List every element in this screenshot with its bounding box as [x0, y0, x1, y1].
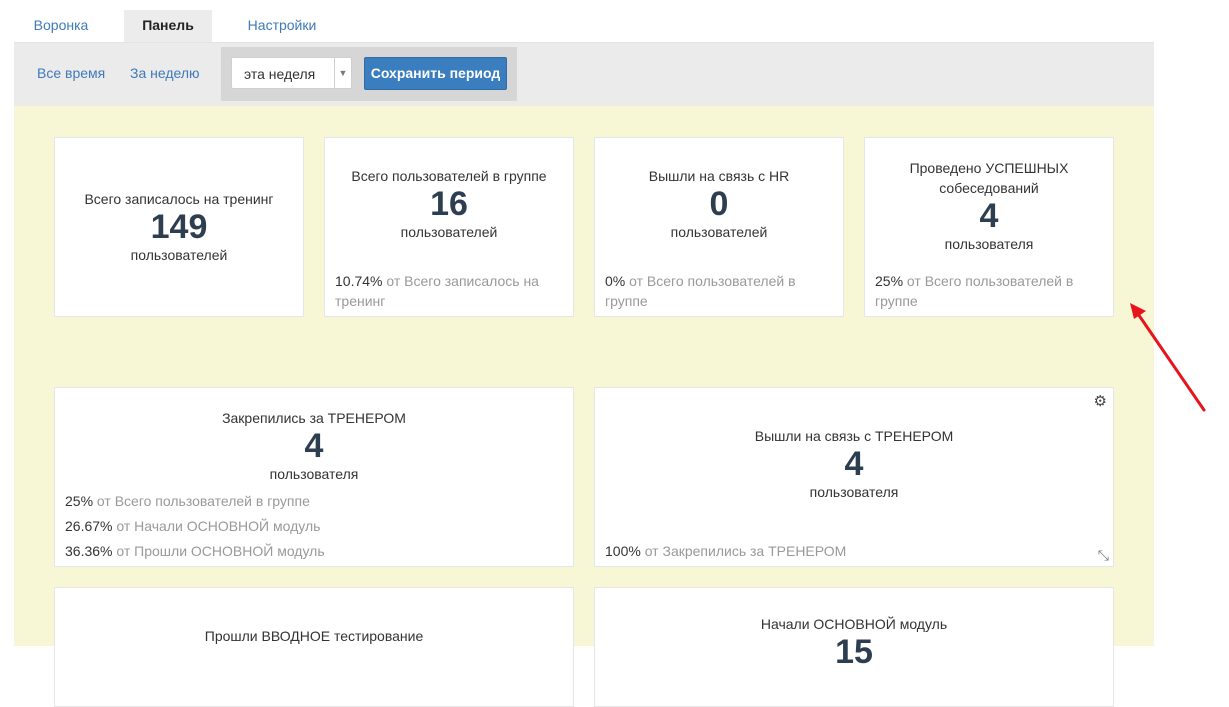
card-footer-text: от Всего пользователей в группе — [875, 273, 1074, 309]
card-footer-percent: 0% — [605, 273, 626, 289]
card-unit: пользователей — [130, 247, 228, 263]
period-bar: Все время За неделю эта неделя ▼ Сохрани… — [14, 43, 1154, 106]
gear-icon[interactable]: ⚙ — [1094, 392, 1107, 410]
card-hr-contact: Вышли на связь с HR 0 пользователей 0% о… — [594, 137, 844, 317]
period-week-link[interactable]: За неделю — [130, 65, 200, 81]
card-footer-text: от Закрепились за ТРЕНЕРОМ — [640, 543, 847, 559]
card-interviews: Проведено УСПЕШНЫХ собеседований 4 польз… — [864, 137, 1114, 317]
caret-down-icon[interactable]: ▼ — [334, 58, 351, 88]
card-footer: 25% от Всего пользователей в группе — [65, 491, 567, 511]
annotation-arrow — [1130, 303, 1206, 412]
card-title: Прошли ВВОДНОЕ тестирование — [204, 628, 424, 644]
card-title: Всего записалось на тренинг — [84, 191, 274, 207]
card-unit: пользователей — [670, 224, 768, 240]
card-value: 149 — [150, 208, 208, 246]
tab-panel[interactable]: Панель — [124, 10, 212, 42]
card-footer-text: от Всего пользователей в группе — [605, 273, 796, 309]
card-footer-text: от Всего пользователей в группе — [93, 493, 310, 509]
card-value: 0 — [709, 185, 729, 223]
resize-icon[interactable]: ⤡ — [1098, 547, 1109, 564]
period-all-time-link[interactable]: Все время — [37, 65, 105, 81]
card-footer: 25% от Всего пользователей в группе — [875, 271, 1107, 311]
tab-bar: Воронка Панель Настройки — [14, 10, 1154, 42]
card-unit: пользователя — [944, 236, 1034, 252]
card-enrolled: Всего записалось на тренинг 149 пользова… — [54, 137, 304, 317]
card-footer: 10.74% от Всего записалось на тренинг — [335, 271, 567, 311]
card-value: 4 — [844, 445, 864, 483]
custom-period-box: эта неделя ▼ Сохранить период — [221, 47, 517, 101]
card-unit: пользователя — [269, 466, 359, 482]
card-trainer-assigned: Закрепились за ТРЕНЕРОМ 4 пользователя 2… — [54, 387, 574, 567]
card-footer: 26.67% от Начали ОСНОВНОЙ модуль — [65, 516, 567, 536]
card-title: Начали ОСНОВНОЙ модуль — [760, 616, 948, 632]
card-unit: пользователя — [809, 484, 899, 500]
card-footer-percent: 10.74% — [335, 273, 383, 289]
card-group-users: Всего пользователей в группе 16 пользова… — [324, 137, 574, 317]
card-title: Всего пользователей в группе — [351, 168, 547, 184]
card-footer: 100% от Закрепились за ТРЕНЕРОМ — [605, 541, 1107, 561]
card-footer: 0% от Всего пользователей в группе — [605, 271, 837, 311]
period-select-value: эта неделя — [244, 66, 316, 82]
card-title: Закрепились за ТРЕНЕРОМ — [222, 410, 406, 426]
card-footer-percent: 25% — [875, 273, 904, 289]
card-trainer-contact: ⚙ Вышли на связь с ТРЕНЕРОМ 4 пользовате… — [594, 387, 1114, 567]
card-main-module: Начали ОСНОВНОЙ модуль 15 — [594, 587, 1114, 707]
card-intro-test: Прошли ВВОДНОЕ тестирование — [54, 587, 574, 707]
tab-settings[interactable]: Настройки — [232, 10, 332, 42]
card-footer-percent: 26.67% — [65, 518, 113, 534]
card-footer-percent: 36.36% — [65, 543, 113, 559]
card-value: 16 — [430, 185, 468, 223]
card-title: Проведено УСПЕШНЫХ собеседований — [909, 160, 1069, 196]
tab-funnel[interactable]: Воронка — [14, 10, 108, 42]
card-footer-percent: 25% — [65, 493, 94, 509]
save-period-button[interactable]: Сохранить период — [364, 57, 507, 90]
card-footer-text: от Начали ОСНОВНОЙ модуль — [112, 518, 321, 534]
card-value: 15 — [835, 633, 873, 671]
card-value: 4 — [979, 197, 999, 235]
card-footer-percent: 100% — [605, 543, 641, 559]
card-footer: 36.36% от Прошли ОСНОВНОЙ модуль — [65, 541, 567, 561]
card-footer-text: от Прошли ОСНОВНОЙ модуль — [112, 543, 325, 559]
card-title: Вышли на связь с HR — [648, 168, 790, 184]
dashboard-area: Всего записалось на тренинг 149 пользова… — [14, 106, 1154, 707]
card-title: Вышли на связь с ТРЕНЕРОМ — [754, 428, 954, 444]
period-select[interactable]: эта неделя ▼ — [231, 57, 352, 89]
card-value: 4 — [304, 427, 324, 465]
card-unit: пользователей — [400, 224, 498, 240]
